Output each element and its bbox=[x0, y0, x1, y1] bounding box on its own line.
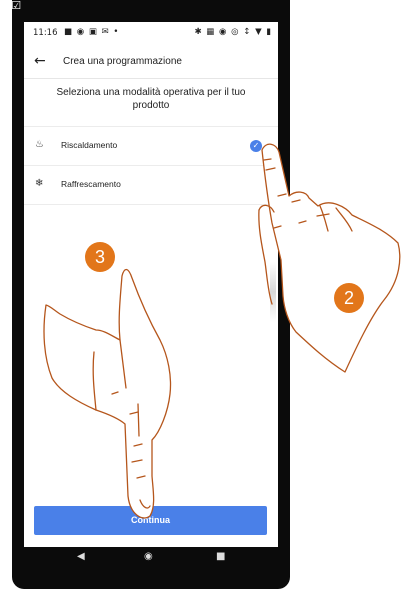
nav-recents-icon[interactable]: ■ bbox=[216, 551, 225, 562]
scrollbar[interactable] bbox=[270, 262, 276, 322]
arrow-left-icon[interactable]: ← bbox=[34, 53, 46, 69]
app-bar: ← Crea una programmazione bbox=[24, 48, 278, 79]
option-label: Raffrescamento bbox=[61, 179, 121, 189]
status-bar: 11:16 ■ ◉ ▣ ✉ • ✱ ▦ ◉ ◎ ↕ ▼ ▮ bbox=[24, 22, 278, 44]
snowflake-icon: ❄ bbox=[35, 178, 44, 189]
flame-icon: ♨ bbox=[35, 139, 44, 150]
step-badge-3: 3 bbox=[85, 242, 115, 272]
option-riscaldamento[interactable]: ♨ Riscaldamento ✓ bbox=[24, 128, 278, 164]
check-icon[interactable]: ✓ bbox=[250, 140, 262, 152]
option-raffrescamento[interactable]: ❄ Raffrescamento bbox=[24, 167, 278, 203]
system-icons: ✱ ▦ ◉ ◎ ↕ ▼ ▮ bbox=[194, 27, 272, 37]
continue-button[interactable]: Continua bbox=[34, 506, 267, 535]
divider bbox=[24, 126, 278, 127]
phone-screen: 11:16 ■ ◉ ▣ ✉ • ✱ ▦ ◉ ◎ ↕ ▼ ▮ ← Crea una… bbox=[24, 22, 278, 569]
option-label: Riscaldamento bbox=[61, 140, 118, 150]
notification-icons: ■ ◉ ▣ ✉ • bbox=[64, 27, 120, 37]
corner-mark: ✕☑ bbox=[3, 0, 21, 12]
mode-prompt: Seleziona una modalità operativa per il … bbox=[56, 87, 246, 111]
divider bbox=[24, 204, 278, 205]
nav-back-icon[interactable]: ◀ bbox=[77, 551, 85, 562]
nav-home-icon[interactable]: ◉ bbox=[144, 551, 153, 562]
page-title: Crea una programmazione bbox=[63, 56, 182, 67]
navigation-bar: ◀ ◉ ■ bbox=[24, 547, 278, 569]
divider bbox=[24, 165, 278, 166]
step-badge-2: 2 bbox=[334, 283, 364, 313]
status-time: 11:16 bbox=[33, 28, 58, 38]
